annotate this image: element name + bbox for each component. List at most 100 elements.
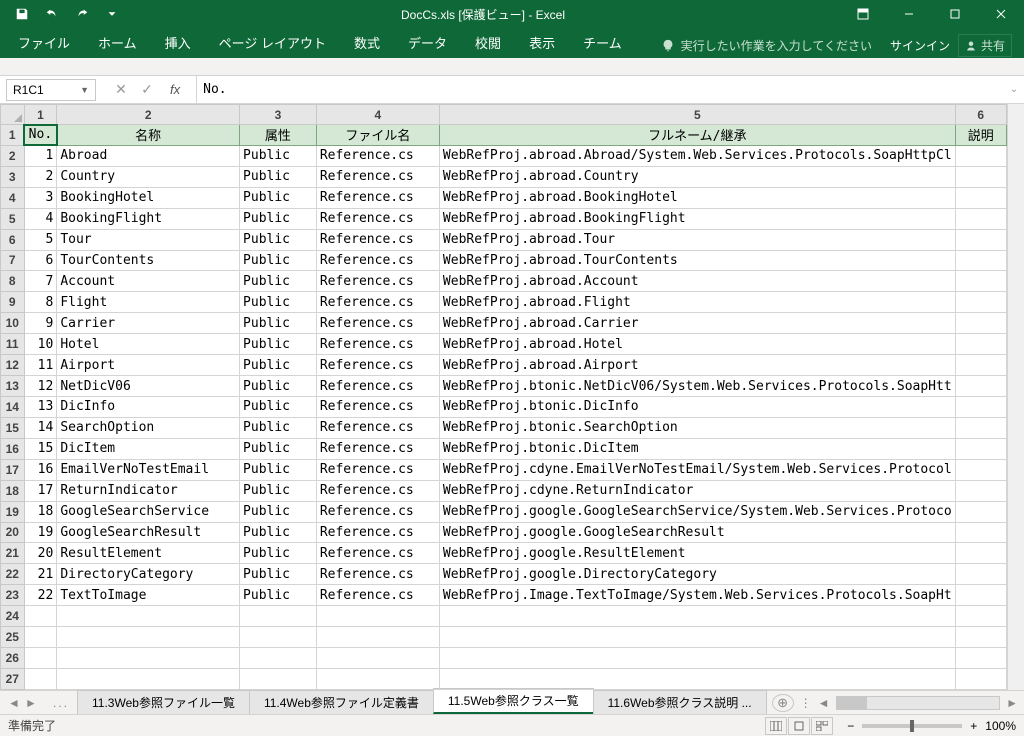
empty-cell[interactable] — [57, 668, 240, 689]
empty-cell[interactable] — [316, 668, 439, 689]
row-header[interactable]: 10 — [1, 313, 25, 334]
data-cell[interactable]: Public — [240, 250, 317, 271]
row-header[interactable]: 20 — [1, 522, 25, 543]
data-cell[interactable] — [955, 145, 1006, 166]
data-cell[interactable]: Account — [57, 271, 240, 292]
data-cell[interactable]: Reference.cs — [316, 334, 439, 355]
ribbon-tab-3[interactable]: ページ レイアウト — [205, 27, 340, 58]
data-cell[interactable]: WebRefProj.abroad.Account — [439, 271, 955, 292]
data-cell[interactable]: 8 — [24, 292, 57, 313]
data-cell[interactable]: WebRefProj.abroad.Hotel — [439, 334, 955, 355]
formula-bar-input[interactable]: No. — [197, 82, 1004, 97]
save-button[interactable] — [8, 2, 36, 26]
row-header[interactable]: 19 — [1, 501, 25, 522]
data-cell[interactable]: WebRefProj.abroad.BookingFlight — [439, 208, 955, 229]
data-cell[interactable]: Airport — [57, 355, 240, 376]
horizontal-scrollbar[interactable] — [836, 696, 1001, 710]
row-header[interactable]: 27 — [1, 668, 25, 689]
header-cell[interactable]: No. — [24, 125, 57, 146]
data-cell[interactable]: 16 — [24, 459, 57, 480]
ribbon-display-options[interactable] — [840, 0, 886, 28]
data-cell[interactable]: Public — [240, 271, 317, 292]
header-cell[interactable]: フルネーム/継承 — [439, 125, 955, 146]
data-cell[interactable]: 12 — [24, 376, 57, 397]
empty-cell[interactable] — [955, 606, 1006, 627]
data-cell[interactable]: Reference.cs — [316, 376, 439, 397]
data-cell[interactable]: WebRefProj.abroad.TourContents — [439, 250, 955, 271]
ribbon-tab-7[interactable]: 表示 — [515, 27, 569, 58]
data-cell[interactable] — [955, 334, 1006, 355]
zoom-out-button[interactable]: − — [847, 719, 854, 733]
zoom-level[interactable]: 100% — [985, 719, 1016, 733]
data-cell[interactable] — [955, 166, 1006, 187]
data-cell[interactable] — [955, 208, 1006, 229]
data-cell[interactable]: Reference.cs — [316, 522, 439, 543]
data-cell[interactable]: Public — [240, 334, 317, 355]
data-cell[interactable]: Reference.cs — [316, 355, 439, 376]
data-cell[interactable]: 1 — [24, 145, 57, 166]
data-cell[interactable]: 21 — [24, 564, 57, 585]
ribbon-tab-0[interactable]: ファイル — [4, 27, 84, 58]
row-header[interactable]: 26 — [1, 648, 25, 669]
data-cell[interactable]: Reference.cs — [316, 145, 439, 166]
data-cell[interactable]: 4 — [24, 208, 57, 229]
qat-customize-button[interactable] — [98, 2, 126, 26]
data-cell[interactable]: WebRefProj.google.GoogleSearchResult — [439, 522, 955, 543]
data-cell[interactable]: BookingHotel — [57, 187, 240, 208]
data-cell[interactable]: 5 — [24, 229, 57, 250]
data-cell[interactable]: Reference.cs — [316, 564, 439, 585]
data-cell[interactable] — [955, 250, 1006, 271]
data-cell[interactable] — [955, 313, 1006, 334]
data-cell[interactable]: 20 — [24, 543, 57, 564]
data-cell[interactable]: Reference.cs — [316, 543, 439, 564]
data-cell[interactable]: 7 — [24, 271, 57, 292]
undo-button[interactable] — [38, 2, 66, 26]
data-cell[interactable]: Public — [240, 166, 317, 187]
header-cell[interactable]: 説明 — [955, 125, 1006, 146]
redo-button[interactable] — [68, 2, 96, 26]
data-cell[interactable]: Public — [240, 187, 317, 208]
data-cell[interactable]: WebRefProj.btonic.DicItem — [439, 438, 955, 459]
data-cell[interactable]: 18 — [24, 501, 57, 522]
hscroll-splitter[interactable]: ⋮ — [800, 696, 812, 710]
data-cell[interactable]: Public — [240, 522, 317, 543]
data-cell[interactable]: Public — [240, 229, 317, 250]
data-cell[interactable]: Country — [57, 166, 240, 187]
data-cell[interactable]: EmailVerNoTestEmail — [57, 459, 240, 480]
data-cell[interactable]: 9 — [24, 313, 57, 334]
sign-in-link[interactable]: サインイン — [890, 37, 950, 54]
empty-cell[interactable] — [24, 648, 57, 669]
row-header[interactable]: 13 — [1, 376, 25, 397]
data-cell[interactable]: Abroad — [57, 145, 240, 166]
row-header[interactable]: 23 — [1, 585, 25, 606]
data-cell[interactable]: Reference.cs — [316, 292, 439, 313]
ribbon-tab-1[interactable]: ホーム — [84, 27, 151, 58]
data-cell[interactable]: Public — [240, 480, 317, 501]
data-cell[interactable]: Carrier — [57, 313, 240, 334]
sheet-tab[interactable]: 11.5Web参照クラス一覧 — [433, 688, 594, 714]
column-header[interactable]: 4 — [316, 105, 439, 125]
sheet-tab[interactable]: 11.3Web参照ファイル一覧 — [77, 690, 250, 714]
data-cell[interactable]: Public — [240, 438, 317, 459]
data-cell[interactable]: WebRefProj.btonic.NetDicV06/System.Web.S… — [439, 376, 955, 397]
data-cell[interactable] — [955, 376, 1006, 397]
data-cell[interactable] — [955, 396, 1006, 417]
data-cell[interactable]: 13 — [24, 396, 57, 417]
empty-cell[interactable] — [955, 668, 1006, 689]
empty-cell[interactable] — [955, 627, 1006, 648]
data-cell[interactable]: Reference.cs — [316, 313, 439, 334]
empty-cell[interactable] — [240, 648, 317, 669]
data-cell[interactable]: Reference.cs — [316, 501, 439, 522]
data-cell[interactable]: DicItem — [57, 438, 240, 459]
data-cell[interactable]: 19 — [24, 522, 57, 543]
data-cell[interactable]: Reference.cs — [316, 438, 439, 459]
data-cell[interactable]: Flight — [57, 292, 240, 313]
data-cell[interactable]: Public — [240, 543, 317, 564]
empty-cell[interactable] — [439, 627, 955, 648]
data-cell[interactable]: Public — [240, 564, 317, 585]
row-header[interactable]: 24 — [1, 606, 25, 627]
empty-cell[interactable] — [316, 627, 439, 648]
sheet-tab[interactable]: 11.6Web参照クラス説明 ... — [593, 690, 767, 714]
data-cell[interactable]: Reference.cs — [316, 459, 439, 480]
column-header[interactable]: 3 — [240, 105, 317, 125]
